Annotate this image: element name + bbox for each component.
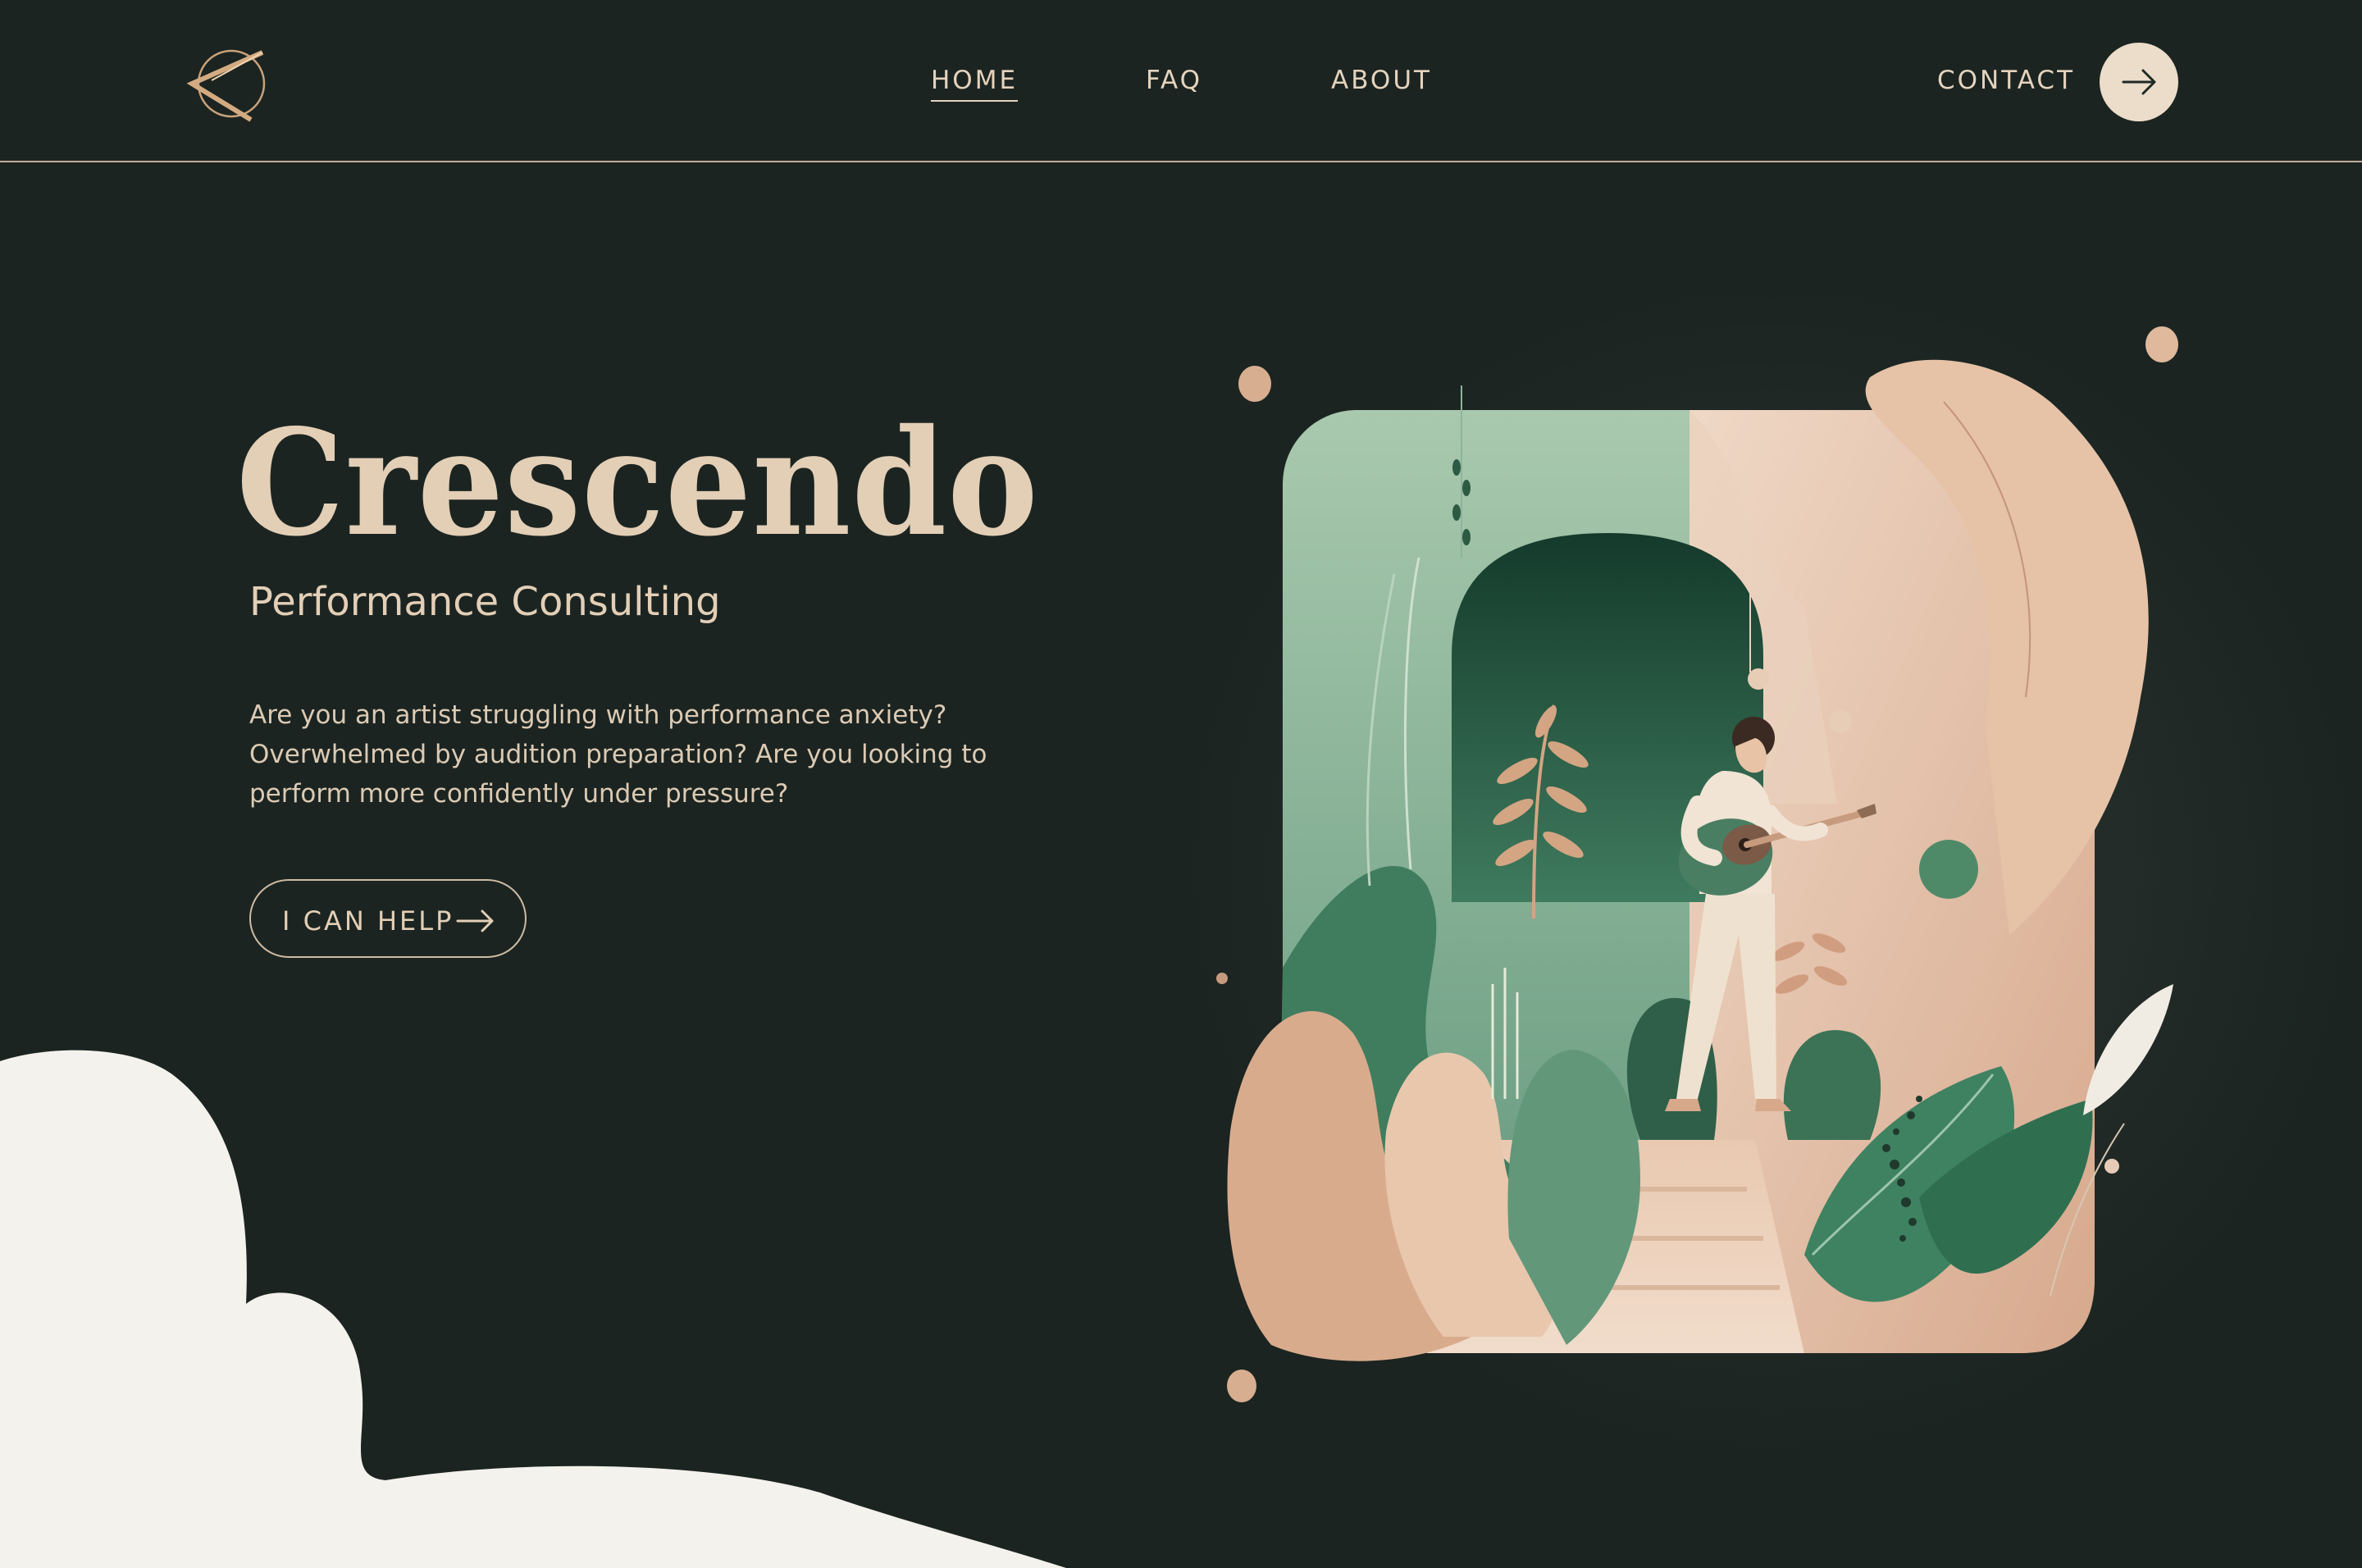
site-header: HOME FAQ ABOUT CONTACT [0,0,2362,162]
hero-description: Are you an artist struggling with perfor… [249,695,987,814]
landing-page: HOME FAQ ABOUT CONTACT Crescendo Perform… [0,0,2362,1568]
main-nav: HOME FAQ ABOUT CONTACT [0,66,2362,107]
nav-home-link[interactable]: HOME [931,66,1019,102]
nav-about-link[interactable]: ABOUT [1331,66,1432,95]
hero-title: Crescendo [236,397,1039,568]
nav-contact-link[interactable]: CONTACT [1937,66,2075,95]
hero-subtitle: Performance Consulting [249,579,721,625]
decorative-cream-blob [0,1050,1066,1568]
hero-description-line: Overwhelmed by audition preparation? Are… [249,740,987,769]
hero-description-line: Are you an artist struggling with perfor… [249,700,947,730]
contact-arrow-button[interactable] [2100,43,2178,121]
arrow-right-icon [2122,69,2156,95]
cta-label: I CAN HELP [282,905,454,937]
nav-faq-link[interactable]: FAQ [1146,66,1202,95]
arrow-right-icon [456,909,494,932]
hero-description-line: perform more confidently under pressure? [249,779,789,809]
guitarist-illustration [1206,326,2264,1402]
i-can-help-button[interactable]: I CAN HELP [249,879,527,958]
